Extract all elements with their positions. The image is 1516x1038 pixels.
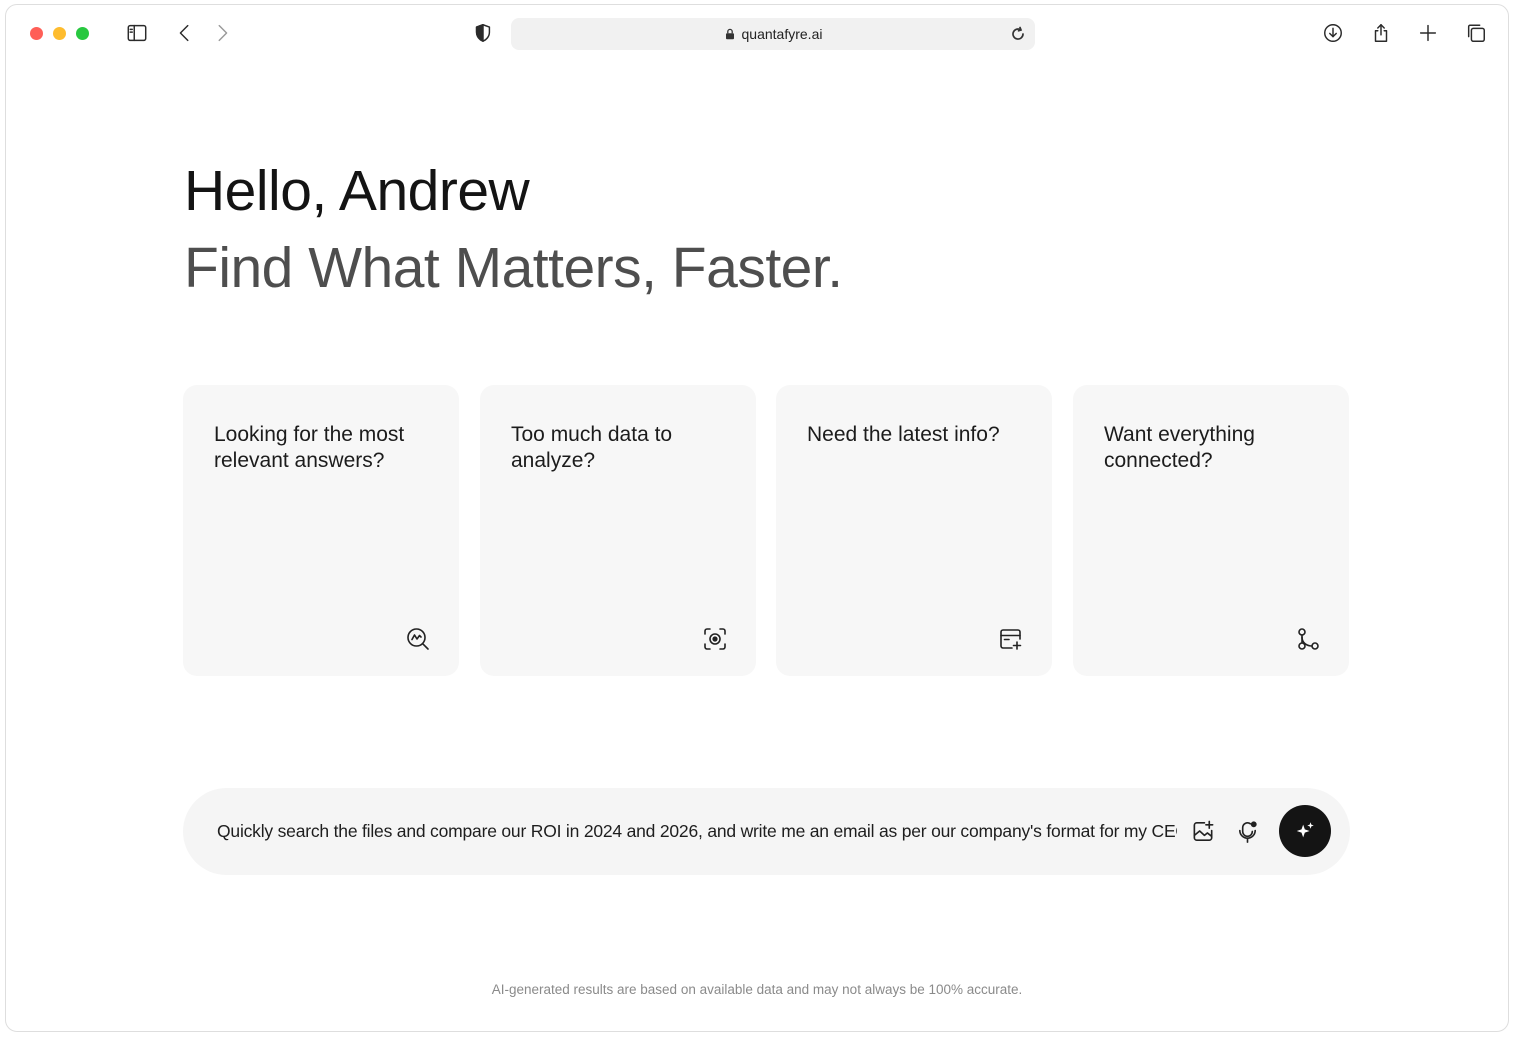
url-text: quantafyre.ai: [741, 26, 823, 42]
forward-arrow-icon[interactable]: [208, 19, 236, 47]
share-icon[interactable]: [1367, 19, 1395, 47]
voice-input-icon[interactable]: [1234, 818, 1260, 844]
prompt-bar: [183, 788, 1350, 875]
browser-window: quantafyre.ai Hello, Andrew Find What Ma…: [5, 4, 1509, 1032]
download-icon[interactable]: [1319, 19, 1347, 47]
suggestion-card-latest-info[interactable]: Need the latest info?: [776, 385, 1052, 676]
privacy-shield-icon[interactable]: [469, 19, 497, 47]
card-title: Too much data to analyze?: [511, 423, 673, 472]
zoom-window-button[interactable]: [76, 27, 89, 40]
back-arrow-icon[interactable]: [171, 19, 199, 47]
card-title: Looking for the most relevant answers?: [214, 423, 405, 472]
sidebar-toggle-icon[interactable]: [123, 19, 151, 47]
card-title: Need the latest info?: [807, 423, 1000, 446]
focus-scan-icon: [702, 626, 728, 652]
prompt-input[interactable]: [217, 788, 1177, 875]
lock-icon: [725, 28, 734, 40]
add-image-icon[interactable]: [1190, 818, 1216, 844]
greeting-heading: Hello, Andrew: [184, 159, 530, 223]
close-window-button[interactable]: [30, 27, 43, 40]
suggestion-card-relevant-answers[interactable]: Looking for the most relevant answers?: [183, 385, 459, 676]
connection-nodes-icon: [1295, 626, 1321, 652]
suggestion-card-analyze-data[interactable]: Too much data to analyze?: [480, 385, 756, 676]
suggestion-card-everything-connected[interactable]: Want everything connected?: [1073, 385, 1349, 676]
browser-toolbar: quantafyre.ai: [6, 5, 1508, 67]
tab-overview-icon[interactable]: [1462, 19, 1490, 47]
address-bar[interactable]: quantafyre.ai: [511, 18, 1035, 50]
card-title: Want everything connected?: [1104, 423, 1255, 472]
new-tab-plus-icon[interactable]: [1414, 19, 1442, 47]
tagline-heading: Find What Matters, Faster.: [184, 236, 843, 300]
ai-disclaimer: AI-generated results are based on availa…: [491, 982, 1023, 997]
calendar-add-icon: [998, 626, 1024, 652]
analytics-search-icon: [405, 626, 431, 652]
generate-sparkle-button[interactable]: [1279, 805, 1331, 857]
sparkle-icon: [1296, 822, 1314, 838]
reload-icon[interactable]: [1007, 23, 1029, 45]
minimize-window-button[interactable]: [53, 27, 66, 40]
